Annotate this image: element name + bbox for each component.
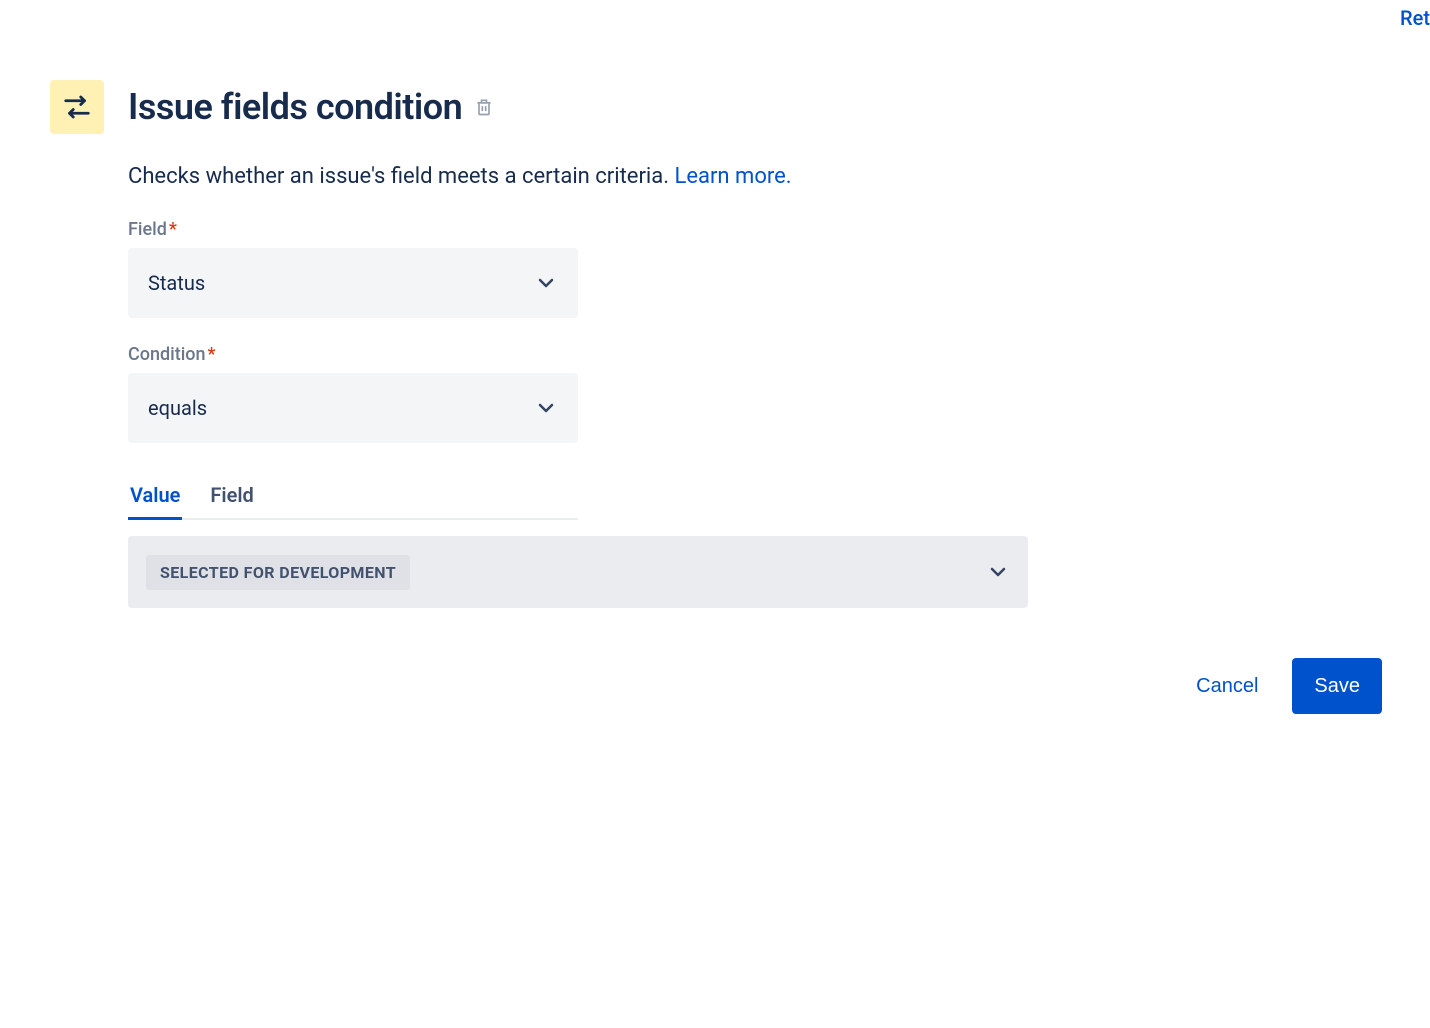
condition-panel: Issue fields condition Checks whether an… [0,0,1430,754]
tab-value[interactable]: Value [128,483,182,520]
chevron-down-icon [534,396,558,420]
field-select-value: Status [148,271,205,295]
tab-field[interactable]: Field [208,483,255,520]
learn-more-link[interactable]: Learn more. [675,164,792,189]
value-select[interactable]: SELECTED FOR DEVELOPMENT [128,536,1028,608]
chevron-down-icon [534,271,558,295]
condition-label-text: Condition [128,344,206,365]
value-tabs: Value Field [128,483,578,520]
required-indicator: * [208,344,216,365]
field-select[interactable]: Status [128,248,578,318]
field-label: Field* [128,219,1380,240]
cancel-button[interactable]: Cancel [1174,658,1280,714]
panel-header: Issue fields condition [50,80,1380,134]
condition-select[interactable]: equals [128,373,578,443]
condition-label: Condition* [128,344,1380,365]
field-group-condition: Condition* equals [128,344,1380,443]
required-indicator: * [169,219,177,240]
description-text: Checks whether an issue's field meets a … [128,164,675,189]
condition-icon [50,80,104,134]
delete-icon[interactable] [474,96,494,118]
status-lozenge: SELECTED FOR DEVELOPMENT [146,555,410,590]
panel-description: Checks whether an issue's field meets a … [128,164,1380,189]
save-button[interactable]: Save [1292,658,1382,714]
action-buttons: Cancel Save [128,658,1382,714]
condition-select-value: equals [148,396,207,420]
panel-title: Issue fields condition [128,86,462,128]
chevron-down-icon [986,560,1010,584]
field-label-text: Field [128,219,167,240]
field-group-field: Field* Status [128,219,1380,318]
